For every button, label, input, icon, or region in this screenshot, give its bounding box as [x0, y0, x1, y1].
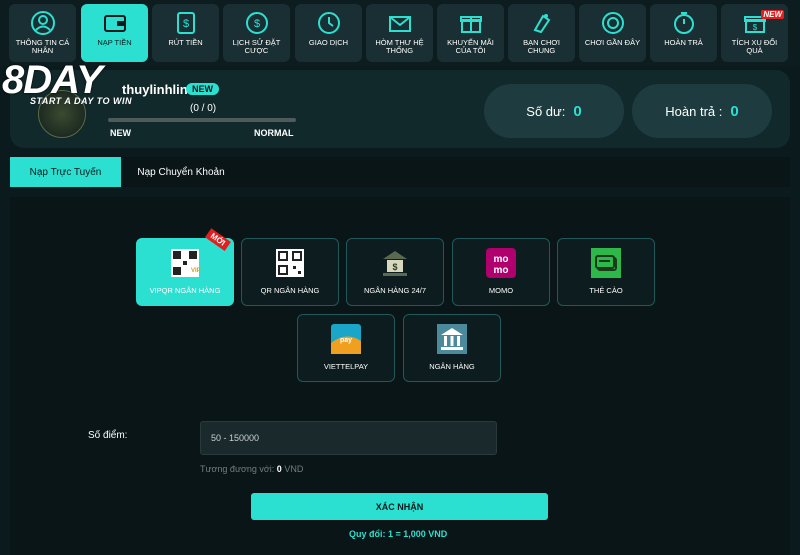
svg-text:$: $	[182, 18, 188, 30]
bank-icon	[437, 324, 467, 354]
nav-item-transactions[interactable]: GIAO DỊCH	[295, 4, 362, 62]
balance-label: Số dư:	[526, 103, 566, 119]
gift-icon	[459, 16, 482, 33]
amount-input[interactable]	[200, 421, 497, 455]
nav-item-label: GIAO DỊCH	[308, 38, 349, 47]
tab-online-deposit[interactable]: Nạp Trực Tuyến	[10, 157, 121, 187]
friends-icon	[533, 14, 550, 34]
viettelpay-icon: pay	[331, 324, 361, 354]
withdraw-icon: $	[176, 12, 195, 34]
qr-code-icon	[276, 249, 304, 277]
method-label: VIETTELPAY	[323, 362, 369, 371]
exchange-rate: Quy đổi: 1 = 1,000 VND	[349, 529, 448, 539]
method-label: VIPQR NGÂN HÀNG	[149, 286, 221, 295]
tab-bank-transfer[interactable]: Nạp Chuyển Khoản	[121, 157, 241, 187]
nav-item-label: RÚT TIỀN	[168, 38, 203, 47]
svg-text:$: $	[392, 262, 397, 272]
method-bank-247[interactable]: $ NGÂN HÀNG 24/7	[346, 238, 444, 306]
nav-item-deposit[interactable]: NẠP TIỀN	[81, 4, 148, 62]
method-bank[interactable]: NGÂN HÀNG	[403, 314, 501, 382]
method-scratch-card[interactable]: THẺ CÀO	[557, 238, 655, 306]
nav-item-bet-history[interactable]: $ LỊCH SỬ ĐẶT CƯỢC	[223, 4, 290, 62]
confirm-button[interactable]: XÁC NHẬN	[251, 493, 548, 520]
nav-item-profile[interactable]: THÔNG TIN CÁ NHÂN	[9, 4, 76, 62]
method-label: QR NGÂN HÀNG	[260, 286, 320, 295]
progress-count: (0 / 0)	[190, 103, 217, 114]
scratch-card-icon	[591, 248, 621, 278]
level-progress-bar	[108, 118, 296, 122]
method-momo[interactable]: mo mo MOMO	[452, 238, 550, 306]
nav-item-my-promotions[interactable]: KHUYẾN MÃI CỦA TÔI	[437, 4, 504, 62]
nav-item-label: NẠP TIỀN	[97, 38, 132, 47]
rebate-value: 0	[730, 102, 739, 120]
equivalent-unit: VND	[284, 464, 304, 474]
nav-item-label: LỊCH SỬ ĐẶT CƯỢC	[232, 38, 281, 55]
top-navigation: THÔNG TIN CÁ NHÂN NẠP TIỀN $ RÚT TIỀN $ …	[0, 0, 800, 66]
method-label: MOMO	[488, 286, 514, 295]
method-label: NGÂN HÀNG	[429, 362, 475, 371]
nav-item-recent-games[interactable]: CHƠI GẦN ĐÂY	[579, 4, 646, 62]
svg-text:mo: mo	[494, 254, 509, 265]
nav-item-coin-rewards[interactable]: $ TÍCH XU ĐỔI QUÀ NEW	[721, 4, 788, 62]
username: thuylinhlink	[122, 82, 195, 97]
nav-item-label: THÔNG TIN CÁ NHÂN	[15, 38, 70, 55]
level-badge: NEW	[186, 83, 219, 95]
svg-text:mo: mo	[494, 265, 509, 276]
nav-item-label: BẠN CHƠI CHUNG	[523, 38, 560, 55]
next-level: NORMAL	[254, 128, 294, 138]
vipqr-icon: VIP	[171, 249, 201, 277]
svg-text:VIP: VIP	[191, 268, 201, 274]
deposit-tabs: Nạp Trực Tuyến Nạp Chuyển Khoản	[10, 157, 790, 187]
logo-tagline: START A DAY TO WIN	[30, 96, 133, 106]
method-label: THẺ CÀO	[589, 286, 623, 295]
method-vipqr-bank[interactable]: VIP VIPQR NGÂN HÀNG	[136, 238, 234, 306]
nav-item-label: TÍCH XU ĐỔI QUÀ	[731, 38, 778, 55]
method-qr-bank[interactable]: QR NGÂN HÀNG	[241, 238, 339, 306]
svg-text:$: $	[752, 23, 757, 32]
amount-label: Số điểm:	[88, 430, 128, 441]
nav-item-label: CHƠI GẦN ĐÂY	[584, 38, 641, 47]
user-icon	[30, 11, 55, 35]
nav-item-label: HÒM THƯ HỆ THỐNG	[375, 38, 424, 55]
svg-text:$: $	[253, 18, 259, 30]
nav-item-withdraw[interactable]: $ RÚT TIỀN	[152, 4, 219, 62]
balance-value: 0	[573, 102, 582, 120]
nav-item-friends[interactable]: BẠN CHƠI CHUNG	[508, 4, 575, 62]
nav-item-mailbox[interactable]: HÒM THƯ HỆ THỐNG	[366, 4, 433, 62]
current-level: NEW	[110, 128, 131, 138]
nav-item-label: KHUYẾN MÃI CỦA TÔI	[447, 38, 494, 55]
rebate-display: Hoàn trả : 0	[632, 84, 772, 138]
momo-icon: momo	[486, 248, 516, 278]
rebate-label: Hoàn trả :	[665, 103, 723, 119]
nav-item-label: HOÀN TRẢ	[664, 38, 703, 47]
wallet-icon	[103, 15, 126, 32]
nav-item-rebate[interactable]: HOÀN TRẢ	[650, 4, 717, 62]
bet-history-icon: $	[245, 12, 268, 34]
balance-display: Số dư: 0	[484, 84, 624, 138]
clock-history-icon	[317, 12, 340, 34]
mail-icon	[388, 16, 411, 32]
bank-247-icon: $	[383, 251, 407, 276]
chip-icon	[601, 12, 624, 34]
method-viettelpay[interactable]: pay VIETTELPAY	[297, 314, 395, 382]
svg-text:pay: pay	[340, 337, 352, 344]
new-tag: NEW	[761, 10, 784, 19]
equivalent-label: Tương đương với:	[200, 464, 275, 474]
stopwatch-icon	[673, 12, 694, 34]
equivalent-value: 0	[276, 464, 282, 474]
equivalent-amount: Tương đương với: 0 VND	[200, 464, 303, 474]
method-label: NGÂN HÀNG 24/7	[363, 286, 427, 295]
